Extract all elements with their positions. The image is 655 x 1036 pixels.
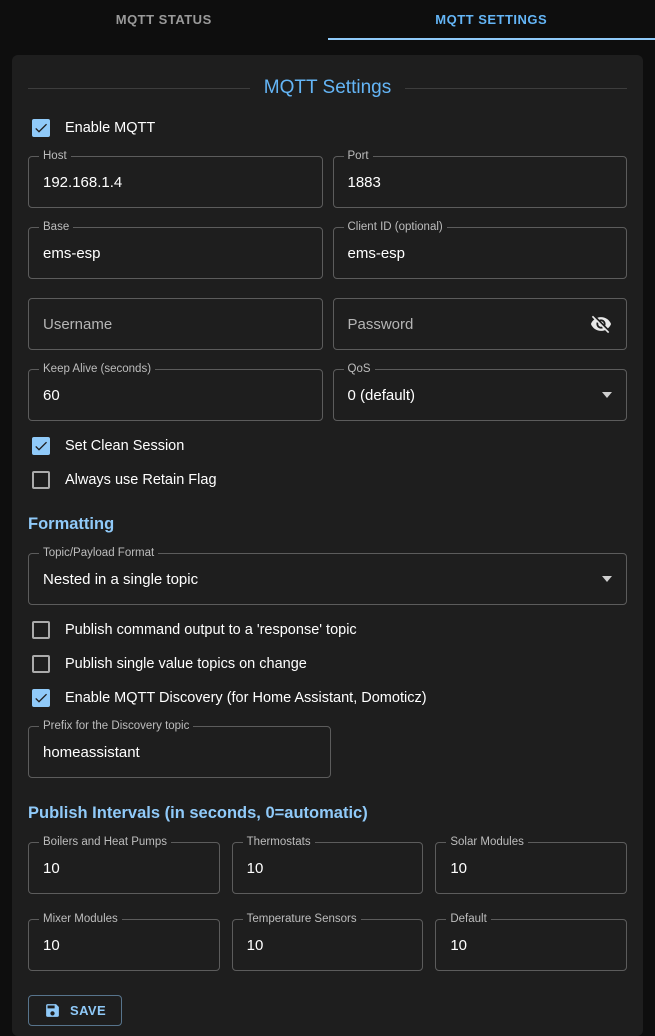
- interval-field-default[interactable]: Default: [435, 919, 627, 971]
- interval-field-solar[interactable]: Solar Modules: [435, 842, 627, 894]
- username-field[interactable]: [28, 298, 323, 350]
- username-input[interactable]: [43, 316, 308, 333]
- client-id-input[interactable]: [348, 245, 613, 262]
- checkbox-icon[interactable]: [32, 621, 50, 639]
- format-select-label: Topic/Payload Format: [39, 547, 158, 559]
- checkbox-icon[interactable]: [32, 471, 50, 489]
- qos-select-label: QoS: [344, 363, 375, 375]
- page-title: MQTT Settings: [264, 77, 391, 99]
- discovery-checkbox-row[interactable]: Enable MQTT Discovery (for Home Assistan…: [28, 689, 627, 707]
- host-field-label: Host: [39, 150, 71, 162]
- keep-alive-field[interactable]: Keep Alive (seconds): [28, 369, 323, 421]
- title-row: MQTT Settings: [28, 77, 627, 99]
- host-field[interactable]: Host: [28, 156, 323, 208]
- publish-response-label: Publish command output to a 'response' t…: [65, 622, 357, 638]
- discovery-label: Enable MQTT Discovery (for Home Assistan…: [65, 690, 427, 706]
- password-field[interactable]: [333, 298, 628, 350]
- tab-mqtt-settings[interactable]: MQTT SETTINGS: [328, 0, 655, 40]
- interval-label: Temperature Sensors: [243, 913, 361, 925]
- client-id-field[interactable]: Client ID (optional): [333, 227, 628, 279]
- qos-select[interactable]: QoS 0 (default): [333, 369, 628, 421]
- base-input[interactable]: [43, 245, 308, 262]
- keep-alive-field-label: Keep Alive (seconds): [39, 363, 155, 375]
- formatting-section-header: Formatting: [28, 515, 627, 534]
- mqtt-settings-card: MQTT Settings Enable MQTT Host Port Base…: [12, 55, 643, 1036]
- interval-label: Boilers and Heat Pumps: [39, 836, 171, 848]
- format-selected-value: Nested in a single topic: [43, 571, 594, 588]
- interval-input[interactable]: [450, 860, 612, 877]
- checkbox-icon[interactable]: [32, 655, 50, 673]
- interval-input[interactable]: [450, 937, 612, 954]
- interval-label: Mixer Modules: [39, 913, 122, 925]
- publish-single-checkbox-row[interactable]: Publish single value topics on change: [28, 655, 627, 673]
- topic-payload-format-select[interactable]: Topic/Payload Format Nested in a single …: [28, 553, 627, 605]
- interval-field-temperature[interactable]: Temperature Sensors: [232, 919, 424, 971]
- interval-field-mixer[interactable]: Mixer Modules: [28, 919, 220, 971]
- password-input[interactable]: [348, 316, 583, 333]
- title-divider-left: [28, 88, 250, 89]
- interval-field-thermostats[interactable]: Thermostats: [232, 842, 424, 894]
- port-input[interactable]: [348, 174, 613, 191]
- clean-session-checkbox-row[interactable]: Set Clean Session: [28, 437, 627, 455]
- base-clientid-row: Base Client ID (optional): [28, 227, 627, 279]
- save-button-label: SAVE: [70, 1003, 106, 1018]
- save-icon: [44, 1002, 61, 1019]
- chevron-down-icon[interactable]: [602, 392, 612, 398]
- publish-single-label: Publish single value topics on change: [65, 656, 307, 672]
- tab-mqtt-status[interactable]: MQTT STATUS: [0, 0, 328, 40]
- interval-input[interactable]: [43, 937, 205, 954]
- retain-flag-label: Always use Retain Flag: [65, 472, 217, 488]
- host-port-row: Host Port: [28, 156, 627, 208]
- save-button[interactable]: SAVE: [28, 995, 122, 1026]
- interval-label: Default: [446, 913, 490, 925]
- checkbox-icon[interactable]: [32, 437, 50, 455]
- host-input[interactable]: [43, 174, 308, 191]
- enable-mqtt-checkbox-row[interactable]: Enable MQTT: [28, 119, 627, 137]
- credentials-row: [28, 298, 627, 350]
- keep-alive-input[interactable]: [43, 387, 308, 404]
- discovery-prefix-field-label: Prefix for the Discovery topic: [39, 720, 193, 732]
- base-field[interactable]: Base: [28, 227, 323, 279]
- port-field[interactable]: Port: [333, 156, 628, 208]
- interval-input[interactable]: [247, 860, 409, 877]
- publish-response-checkbox-row[interactable]: Publish command output to a 'response' t…: [28, 621, 627, 639]
- discovery-prefix-input[interactable]: [43, 744, 316, 761]
- client-id-field-label: Client ID (optional): [344, 221, 447, 233]
- interval-input[interactable]: [247, 937, 409, 954]
- interval-label: Thermostats: [243, 836, 315, 848]
- interval-label: Solar Modules: [446, 836, 528, 848]
- format-row: Topic/Payload Format Nested in a single …: [28, 553, 627, 605]
- discovery-prefix-field[interactable]: Prefix for the Discovery topic: [28, 726, 331, 778]
- interval-field-boilers[interactable]: Boilers and Heat Pumps: [28, 842, 220, 894]
- checkbox-icon[interactable]: [32, 689, 50, 707]
- checkbox-icon[interactable]: [32, 119, 50, 137]
- base-field-label: Base: [39, 221, 73, 233]
- enable-mqtt-label: Enable MQTT: [65, 120, 155, 136]
- title-divider-right: [405, 88, 627, 89]
- qos-selected-value: 0 (default): [348, 387, 595, 404]
- interval-input[interactable]: [43, 860, 205, 877]
- clean-session-label: Set Clean Session: [65, 438, 184, 454]
- chevron-down-icon[interactable]: [602, 576, 612, 582]
- publish-intervals-grid: Boilers and Heat Pumps Thermostats Solar…: [28, 842, 627, 971]
- port-field-label: Port: [344, 150, 373, 162]
- publish-intervals-section-header: Publish Intervals (in seconds, 0=automat…: [28, 804, 627, 823]
- keepalive-qos-row: Keep Alive (seconds) QoS 0 (default): [28, 369, 627, 421]
- discovery-prefix-row: Prefix for the Discovery topic: [28, 726, 627, 778]
- visibility-off-icon[interactable]: [590, 313, 612, 335]
- tab-bar: MQTT STATUS MQTT SETTINGS: [0, 0, 655, 40]
- retain-flag-checkbox-row[interactable]: Always use Retain Flag: [28, 471, 627, 489]
